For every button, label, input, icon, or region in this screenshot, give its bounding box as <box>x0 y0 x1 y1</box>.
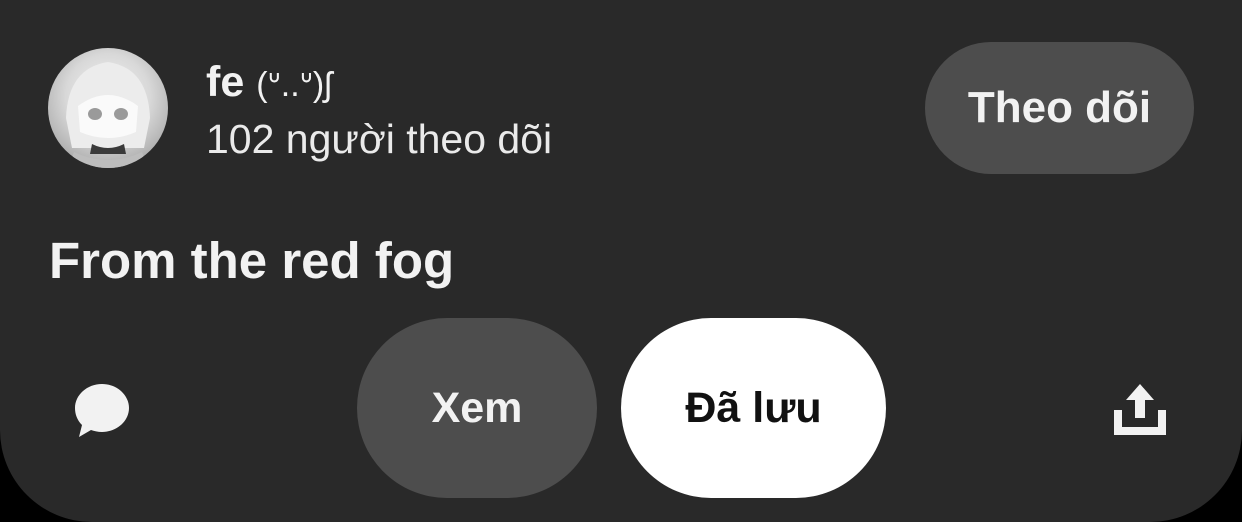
creator-name-text: fe <box>206 58 245 106</box>
comment-icon[interactable] <box>72 380 132 440</box>
share-icon[interactable] <box>1110 380 1170 440</box>
pin-title: From the red fog <box>49 232 455 289</box>
follow-button[interactable]: Theo dõi <box>925 42 1194 174</box>
share-icon-glyph <box>1114 384 1166 435</box>
comment-icon-glyph <box>75 384 129 437</box>
creator-kaomoji: (ᐡ..ᐡ)ʃ <box>256 66 332 104</box>
view-button[interactable]: Xem <box>357 318 597 498</box>
follower-count: 102 người theo dõi <box>206 116 553 162</box>
creator-name[interactable]: fe (ᐡ..ᐡ)ʃ <box>206 54 332 110</box>
creator-avatar[interactable] <box>48 48 168 168</box>
saved-button[interactable]: Đã lưu <box>621 318 886 498</box>
avatar-image <box>66 62 150 168</box>
